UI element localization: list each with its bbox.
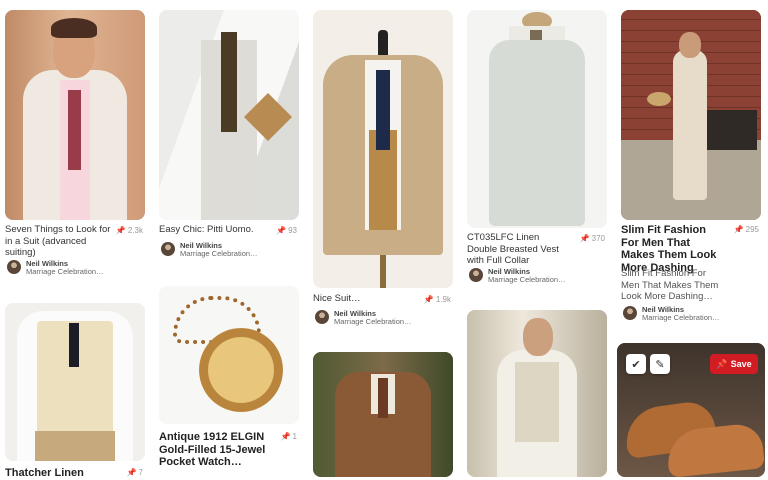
pushpin-icon: 📌 xyxy=(280,432,291,441)
board-name[interactable]: Marriage Celebration… xyxy=(180,249,258,258)
pin-card[interactable]: ✔ ✎ 📌 Save xyxy=(617,343,765,477)
pin-title[interactable]: Seven Things to Look for in a Suit (adva… xyxy=(5,224,115,259)
stand-pole xyxy=(380,255,386,288)
pin-card[interactable]: Antique 1912 ELGIN Gold-Filled 15-Jewel … xyxy=(159,286,299,477)
pin-card[interactable]: Nice Suit… 📌 1.9k Neil Wilkins Marriage C… xyxy=(313,10,453,335)
tie xyxy=(376,70,390,150)
pin-card[interactable]: Thatcher Linen 📌 7 xyxy=(5,303,145,480)
pin-image[interactable] xyxy=(159,10,299,220)
pushpin-icon: 📌 xyxy=(276,226,287,235)
head xyxy=(523,318,553,356)
avatar[interactable] xyxy=(161,242,175,256)
trousers xyxy=(35,431,115,461)
repin-count: 📌 1.9k xyxy=(423,295,451,304)
pin-image[interactable] xyxy=(5,10,145,220)
repin-count: 📌 295 xyxy=(733,225,759,234)
pocket-watch xyxy=(199,328,283,412)
edit-pin-button[interactable]: ✎ xyxy=(650,354,670,374)
repin-count: 📌 93 xyxy=(276,226,297,235)
pin-card[interactable]: CT035LFC Linen Double Breasted Vest with… xyxy=(467,10,607,295)
pin-image[interactable] xyxy=(467,10,607,228)
pushpin-icon: 📌 xyxy=(579,234,590,243)
pin-title[interactable]: Antique 1912 ELGIN Gold-Filled 15-Jewel … xyxy=(159,431,274,469)
pencil-icon: ✎ xyxy=(655,358,665,371)
pin-image[interactable] xyxy=(313,10,453,288)
pin-image[interactable] xyxy=(313,352,453,477)
vest xyxy=(515,362,559,442)
pin-title[interactable]: Slim Fit Fashion For Men That Makes Them… xyxy=(621,224,726,274)
pushpin-icon: 📌 xyxy=(115,226,126,235)
pin-card[interactable]: Slim Fit Fashion For Men That Makes Them… xyxy=(621,10,761,325)
repin-count: 📌 7 xyxy=(126,468,143,477)
tie xyxy=(68,90,81,170)
pin-card[interactable] xyxy=(313,352,453,477)
pin-image[interactable] xyxy=(621,10,761,220)
tie xyxy=(69,323,79,367)
pin-title[interactable]: CT035LFC Linen Double Breasted Vest with… xyxy=(467,232,567,267)
pin-author[interactable]: Neil Wilkins Marriage Celebration… xyxy=(623,305,753,324)
planter xyxy=(707,110,757,150)
linen-vest xyxy=(489,40,585,226)
pin-description: Slim Fit Fashion For Men That Makes Them… xyxy=(621,268,719,302)
hair xyxy=(51,18,97,38)
pin-image[interactable] xyxy=(467,310,607,477)
pin-author[interactable]: Neil Wilkins Marriage Celebration… xyxy=(469,267,599,286)
pin-title[interactable]: Thatcher Linen xyxy=(5,467,115,480)
tie xyxy=(221,32,237,132)
hat xyxy=(647,92,671,106)
avatar[interactable] xyxy=(315,310,329,324)
board-name[interactable]: Marriage Celebration… xyxy=(334,317,412,326)
pin-author[interactable]: Neil Wilkins Marriage Celebration… xyxy=(315,309,445,328)
avatar[interactable] xyxy=(469,268,483,282)
pin-card[interactable]: Easy Chic: Pitti Uomo. 📌 93 Neil Wilkins … xyxy=(159,10,299,265)
head xyxy=(679,32,701,58)
pushpin-icon: 📌 xyxy=(126,468,137,477)
pin-image[interactable] xyxy=(159,286,299,424)
pin-author[interactable]: Neil Wilkins Marriage Celebration… xyxy=(7,259,137,278)
pin-title[interactable]: Easy Chic: Pitti Uomo. xyxy=(159,224,269,236)
pin-author[interactable]: Neil Wilkins Marriage Celebration… xyxy=(161,241,291,260)
repin-count: 📌 2.3k xyxy=(115,226,143,235)
select-checkbox-button[interactable]: ✔ xyxy=(626,354,646,374)
man-slim-suit xyxy=(673,50,707,200)
board-name[interactable]: Marriage Celebration… xyxy=(642,313,720,322)
checkmark-icon: ✔ xyxy=(631,358,641,371)
repin-count: 📌 1 xyxy=(280,432,297,441)
pin-card[interactable] xyxy=(467,310,607,477)
pin-card[interactable]: Seven Things to Look for in a Suit (adva… xyxy=(5,10,145,280)
pushpin-icon: 📌 xyxy=(733,225,744,234)
avatar[interactable] xyxy=(7,260,21,274)
board-name[interactable]: Marriage Celebration… xyxy=(26,267,104,276)
pushpin-icon: 📌 xyxy=(423,295,434,304)
repin-count: 📌 370 xyxy=(579,234,605,243)
pushpin-icon: 📌 xyxy=(716,358,728,369)
avatar[interactable] xyxy=(623,306,637,320)
pin-title[interactable]: Nice Suit… xyxy=(313,293,423,305)
pin-image[interactable] xyxy=(5,303,145,461)
tie xyxy=(378,378,388,418)
board-name[interactable]: Marriage Celebration… xyxy=(488,275,566,284)
save-button[interactable]: 📌 Save xyxy=(710,354,758,374)
